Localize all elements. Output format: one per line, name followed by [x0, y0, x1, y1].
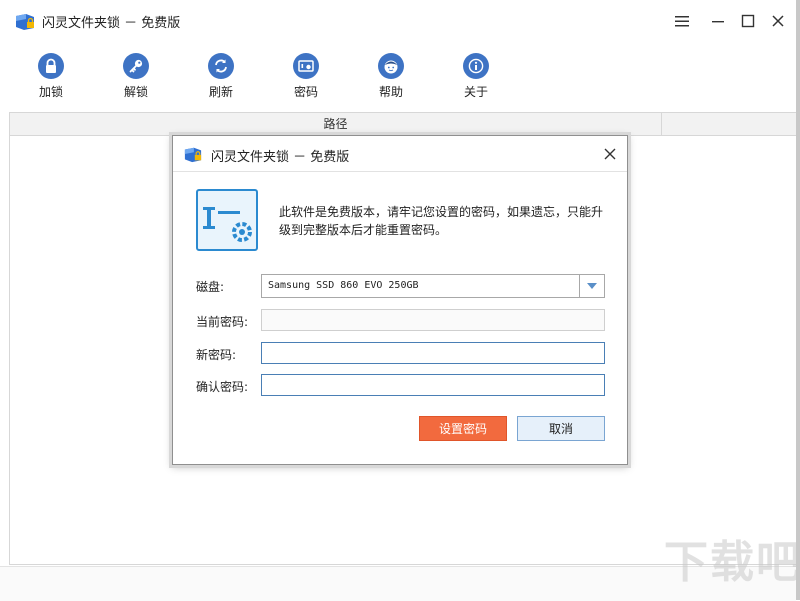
key-icon: [123, 53, 149, 79]
toolbar-help-button[interactable]: 帮助: [361, 53, 421, 103]
dialog-close-button[interactable]: [599, 144, 621, 164]
current-password-label: 当前密码:: [196, 315, 249, 329]
toolbar-help-label: 帮助: [378, 85, 403, 99]
table-header: 路径: [10, 112, 797, 136]
toolbar-about-label: 关于: [463, 85, 488, 99]
toolbar-about-button[interactable]: 关于: [446, 53, 506, 103]
toolbar-password-label: 密码: [293, 85, 318, 99]
watermark: 下载吧: [664, 537, 800, 588]
toolbar-refresh-label: 刷新: [208, 85, 233, 99]
hamburger-icon: [675, 16, 689, 27]
toolbar-lock-button[interactable]: 加锁: [21, 53, 81, 103]
help-icon: [378, 53, 404, 79]
minimize-button[interactable]: [706, 10, 730, 32]
new-password-label: 新密码:: [196, 348, 237, 362]
disk-select[interactable]: Samsung SSD 860 EVO 250GB: [261, 274, 605, 298]
window-title: 闪灵文件夹锁 － 免费版: [42, 16, 181, 31]
password-settings-icon: [196, 189, 258, 251]
maximize-icon: [741, 14, 755, 28]
dialog-logo-icon: [184, 147, 202, 163]
new-password-field[interactable]: [261, 342, 605, 364]
toolbar-unlock-button[interactable]: 解锁: [106, 53, 166, 103]
password-icon: [293, 53, 319, 79]
toolbar-refresh-button[interactable]: 刷新: [191, 53, 251, 103]
set-password-dialog: 闪灵文件夹锁 － 免费版 此软件是免费版本，请牢记您设置的密码，如果遗忘，只能升…: [172, 135, 628, 465]
close-icon: [772, 15, 784, 27]
chevron-down-icon[interactable]: [579, 275, 604, 297]
title-bar: 闪灵文件夹锁 － 免费版: [0, 0, 796, 42]
toolbar: 加锁 解锁 刷新 密码 帮助 关于: [0, 48, 796, 108]
toolbar-unlock-label: 解锁: [123, 85, 148, 99]
dialog-title: 闪灵文件夹锁 － 免费版: [211, 150, 350, 165]
set-password-button[interactable]: 设置密码: [419, 416, 507, 441]
column-header-path[interactable]: 路径: [10, 113, 662, 135]
app-logo-icon: [16, 14, 34, 30]
column-header-extra[interactable]: [662, 113, 797, 135]
info-icon: [463, 53, 489, 79]
current-password-field[interactable]: [261, 309, 605, 331]
menu-button[interactable]: [670, 10, 694, 32]
close-icon: [604, 148, 616, 160]
refresh-icon: [208, 53, 234, 79]
confirm-password-field[interactable]: [261, 374, 605, 396]
disk-select-value: Samsung SSD 860 EVO 250GB: [268, 280, 419, 291]
close-button[interactable]: [766, 10, 790, 32]
toolbar-lock-label: 加锁: [38, 85, 63, 99]
window-edge: [796, 0, 800, 600]
dialog-divider: [173, 171, 627, 172]
lock-icon: [38, 53, 64, 79]
cancel-button[interactable]: 取消: [517, 416, 605, 441]
toolbar-password-button[interactable]: 密码: [276, 53, 336, 103]
maximize-button[interactable]: [736, 10, 760, 32]
confirm-password-label: 确认密码:: [196, 380, 249, 394]
main-window: 闪灵文件夹锁 － 免费版 加锁 解锁 刷新 密码 帮助 关于 路径 下载吧 闪灵…: [0, 0, 800, 601]
disk-label: 磁盘:: [196, 280, 225, 294]
free-version-notice: 此软件是免费版本，请牢记您设置的密码，如果遗忘，只能升级到完整版本后才能重置密码…: [279, 205, 604, 237]
minimize-icon: [712, 21, 724, 23]
